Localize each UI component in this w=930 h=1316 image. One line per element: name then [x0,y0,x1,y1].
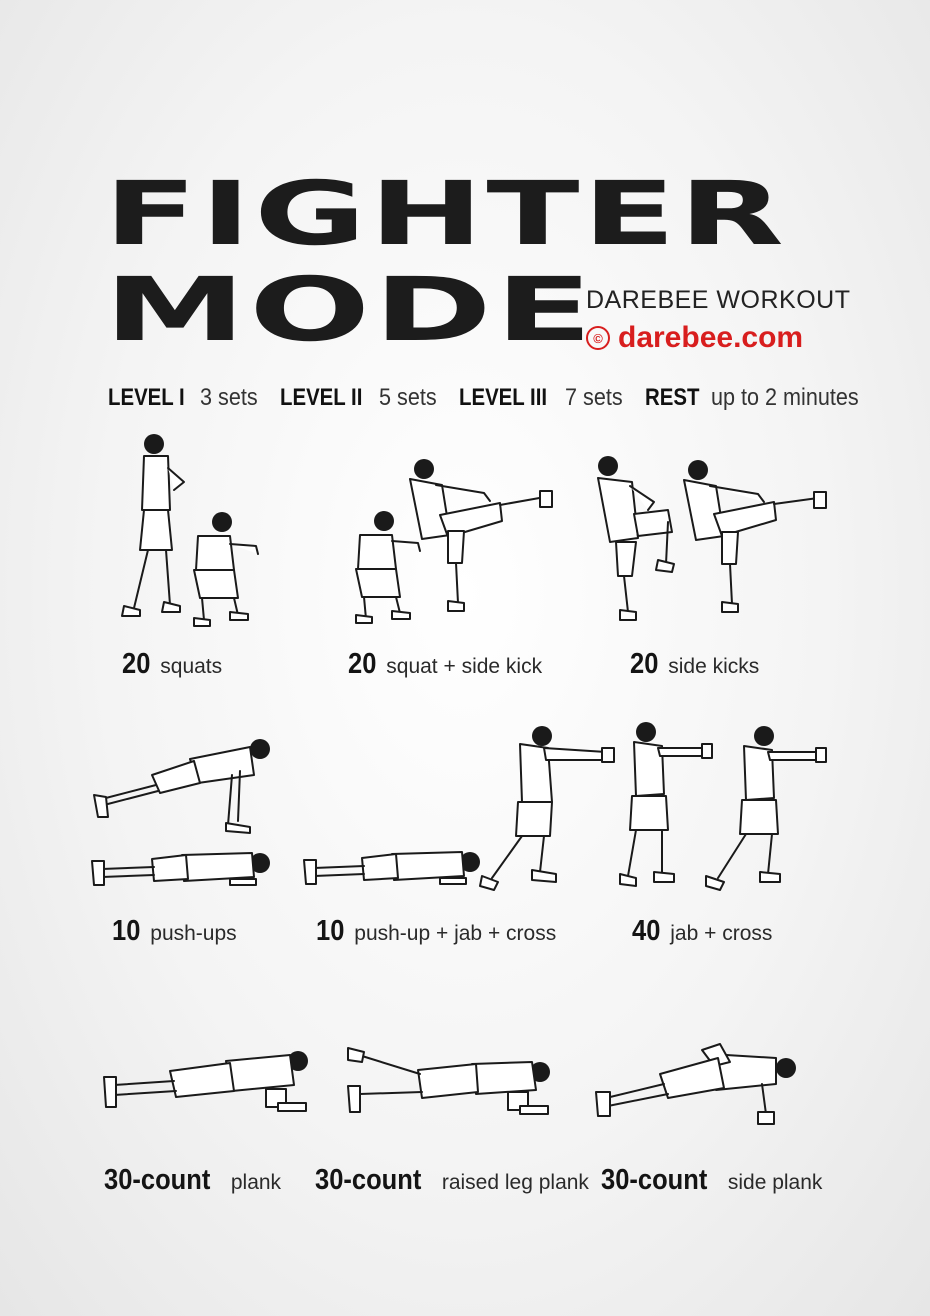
exercise-count: 20 [348,648,377,680]
exercise-name: side plank [727,1171,823,1194]
exercise-count: 30-count [104,1164,211,1196]
side-kicks-illustration [597,456,827,621]
plank-illustration [103,1051,308,1112]
exercise-count: 10 [316,915,345,947]
exercise-name: push-ups [150,922,237,945]
exercise-label-side-plank: 30-count side plank [601,1164,822,1197]
exercise-label-jab-cross: 40 jab + cross [632,915,772,948]
side-plank-illustration [595,1043,796,1125]
squat-side-kick-illustration [355,459,553,624]
exercise-label-push-up-jab-cross: 10 push-up + jab + cross [316,915,556,948]
level-3-label: LEVEL III [459,384,548,411]
exercise-label-raised-leg-plank: 30-count raised leg plank [315,1164,589,1197]
raised-leg-plank-illustration [347,1047,550,1115]
exercise-label-plank: 30-count plank [104,1164,281,1197]
level-2-label: LEVEL II [280,384,363,411]
exercise-count: 20 [122,648,151,680]
exercise-count: 30-count [601,1164,708,1196]
title-line-1: FIGHTER [104,162,787,265]
exercise-name: plank [230,1171,282,1194]
squats-illustration [121,434,259,627]
level-2-value: 5 sets [379,384,437,411]
copyright-icon: © [586,326,610,350]
brand-site[interactable]: © darebee.com [586,321,850,355]
exercise-label-side-kicks: 20 side kicks [630,648,759,681]
exercise-count: 10 [112,915,141,947]
brand-site-text[interactable]: darebee.com [618,321,803,355]
level-1-value: 3 sets [200,384,258,411]
levels-bar: LEVEL I 3 sets LEVEL II 5 sets LEVEL III… [108,384,891,412]
exercise-name: raised leg plank [441,1171,589,1194]
rest-label: REST [644,384,700,411]
jab-cross-illustration [619,722,827,891]
exercise-name: squat + side kick [386,655,543,678]
brand-subtitle: DAREBEE WORKOUT [586,286,851,314]
title-line-2: MODE [104,258,596,361]
level-3-value: 7 sets [564,384,623,411]
exercise-name: squats [160,655,223,678]
exercise-count: 20 [630,648,659,680]
exercise-name: jab + cross [670,922,773,945]
brand-block: DAREBEE WORKOUT © darebee.com [586,286,850,355]
exercise-name: push-up + jab + cross [354,922,557,945]
exercise-label-push-ups: 10 push-ups [112,915,237,948]
push-up-jab-cross-illustration [303,726,615,891]
exercise-count: 30-count [315,1164,422,1196]
exercise-label-squat-side-kick: 20 squat + side kick [348,648,542,681]
exercise-label-squats: 20 squats [122,648,222,681]
push-ups-illustration [91,739,270,886]
level-1-label: LEVEL I [108,384,185,411]
exercise-count: 40 [632,915,661,947]
rest-value: up to 2 minutes [710,384,859,411]
exercise-name: side kicks [668,655,760,678]
